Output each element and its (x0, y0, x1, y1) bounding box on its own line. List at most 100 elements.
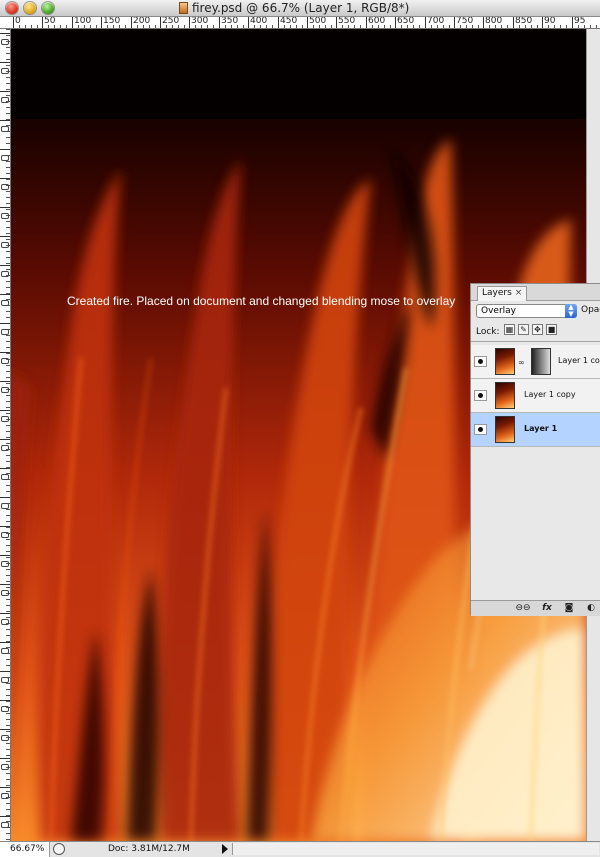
ruler-vertical-label (1, 155, 9, 161)
ruler-major-tick (483, 17, 484, 28)
ruler-minor-tick (207, 25, 208, 28)
layer-thumbnail[interactable] (495, 382, 515, 409)
ruler-minor-tick (419, 25, 420, 28)
dropdown-arrows-icon[interactable]: ▲ ▼ (565, 304, 577, 318)
navigator-icon[interactable] (53, 843, 65, 855)
zoom-window-button[interactable] (42, 2, 54, 14)
ruler-major-tick (336, 17, 337, 28)
ruler-label: 450 (280, 17, 298, 26)
visibility-eye-icon[interactable] (474, 424, 487, 435)
ruler-label: 200 (133, 17, 151, 26)
ruler-minor-tick (60, 25, 61, 28)
visibility-eye-icon[interactable] (474, 356, 487, 367)
ruler-major-tick (0, 149, 10, 150)
ruler-vertical-label (1, 97, 9, 103)
fx-icon[interactable]: fx (539, 603, 555, 614)
ruler-minor-tick (566, 25, 567, 28)
layer-row[interactable]: Layer 1 copy (471, 379, 600, 413)
ruler-minor-tick (149, 25, 150, 28)
ruler-vertical-label (1, 242, 9, 248)
layer-name[interactable]: Layer 1 copy (524, 390, 576, 399)
ruler-major-tick (0, 439, 10, 440)
add-mask-icon[interactable]: ◙ (563, 603, 575, 614)
ruler-minor-tick (554, 25, 555, 28)
ruler-major-tick (513, 17, 514, 28)
minimize-window-button[interactable] (24, 2, 36, 14)
ruler-minor-tick (266, 25, 267, 28)
visibility-eye-icon[interactable] (474, 390, 487, 401)
ruler-vertical-label (1, 358, 9, 364)
ruler-minor-tick (178, 25, 179, 28)
document-proxy-icon[interactable] (179, 2, 188, 14)
ruler-minor-tick (184, 25, 185, 28)
ruler-label: 750 (456, 17, 474, 26)
link-layers-icon[interactable]: ⊖⊖ (515, 603, 531, 614)
layer-name[interactable]: Layer 1 copy (558, 356, 600, 365)
ruler-minor-tick (155, 25, 156, 28)
ruler-label: 400 (250, 17, 268, 26)
adjustment-layer-icon[interactable]: ◐ (585, 603, 597, 614)
layer-thumbnail[interactable] (495, 348, 515, 375)
ruler-vertical-label (1, 706, 9, 712)
ruler-vertical-label (1, 764, 9, 770)
ruler-major-tick (0, 758, 10, 759)
ruler-minor-tick (296, 25, 297, 28)
horizontal-scrollbar[interactable] (232, 843, 599, 855)
zoom-level-field[interactable]: 66.67% (0, 842, 50, 857)
ruler-major-tick (0, 352, 10, 353)
ruler-vertical-label (1, 329, 9, 335)
vertical-ruler[interactable] (0, 29, 11, 841)
layer-row[interactable]: ∞ Layer 1 copy (471, 345, 600, 379)
layer-name[interactable]: Layer 1 (524, 424, 557, 433)
status-menu-arrow-icon[interactable] (222, 844, 228, 854)
layer-row-selected[interactable]: Layer 1 (471, 413, 600, 447)
ruler-label: 100 (74, 17, 92, 26)
horizontal-ruler[interactable]: 0 50 100 150 200 250 300 350 400 450 500 550 600 650 7… (0, 17, 600, 29)
window-title-bar: firey.psd @ 66.7% (Layer 1, RGB/8*) (0, 0, 600, 17)
ruler-vertical-label (1, 213, 9, 219)
ruler-minor-tick (384, 25, 385, 28)
ruler-minor-tick (84, 25, 85, 28)
lock-position-icon[interactable]: ✥ (532, 324, 543, 335)
ruler-vertical-label (1, 590, 9, 596)
layer-thumbnail[interactable] (495, 416, 515, 443)
ruler-minor-tick (260, 25, 261, 28)
ruler-major-tick (0, 584, 10, 585)
ruler-vertical-label (1, 184, 9, 190)
ruler-minor-tick (354, 25, 355, 28)
ruler-minor-tick (489, 25, 490, 28)
ruler-minor-tick (495, 25, 496, 28)
ruler-minor-tick (225, 25, 226, 28)
ruler-label: 700 (427, 17, 445, 26)
ruler-minor-tick (449, 25, 450, 28)
ruler-label: 350 (221, 17, 239, 26)
ruler-vertical-label (1, 300, 9, 306)
ruler-minor-tick (166, 25, 167, 28)
ruler-label: 300 (191, 17, 209, 26)
ruler-major-tick (278, 17, 279, 28)
ruler-minor-tick (96, 25, 97, 28)
lock-image-pixels-icon[interactable]: ✎ (518, 324, 529, 335)
ruler-vertical-label (1, 68, 9, 74)
ruler-major-tick (0, 642, 10, 643)
ruler-major-tick (248, 17, 249, 28)
ruler-minor-tick (596, 25, 597, 28)
document-size-info: Doc: 3.81M/12.7M (108, 844, 190, 854)
ruler-minor-tick (519, 25, 520, 28)
layer-mask-thumbnail[interactable] (531, 348, 551, 375)
ruler-minor-tick (472, 25, 473, 28)
blend-mode-select[interactable]: Overlay ▲ ▼ (476, 304, 577, 318)
tab-layers[interactable]: Layers × (477, 286, 528, 301)
mask-link-icon[interactable]: ∞ (518, 358, 525, 367)
ruler-minor-tick (107, 25, 108, 28)
close-window-button[interactable] (6, 2, 18, 14)
close-tab-icon[interactable]: × (515, 288, 523, 298)
panel-divider (471, 341, 600, 342)
lock-all-icon[interactable]: ■ (546, 324, 557, 335)
lock-transparent-pixels-icon[interactable]: ▦ (504, 324, 515, 335)
ruler-label: 150 (103, 17, 121, 26)
ruler-minor-tick (360, 25, 361, 28)
ruler-major-tick (307, 17, 308, 28)
ruler-minor-tick (284, 25, 285, 28)
ruler-minor-tick (560, 25, 561, 28)
